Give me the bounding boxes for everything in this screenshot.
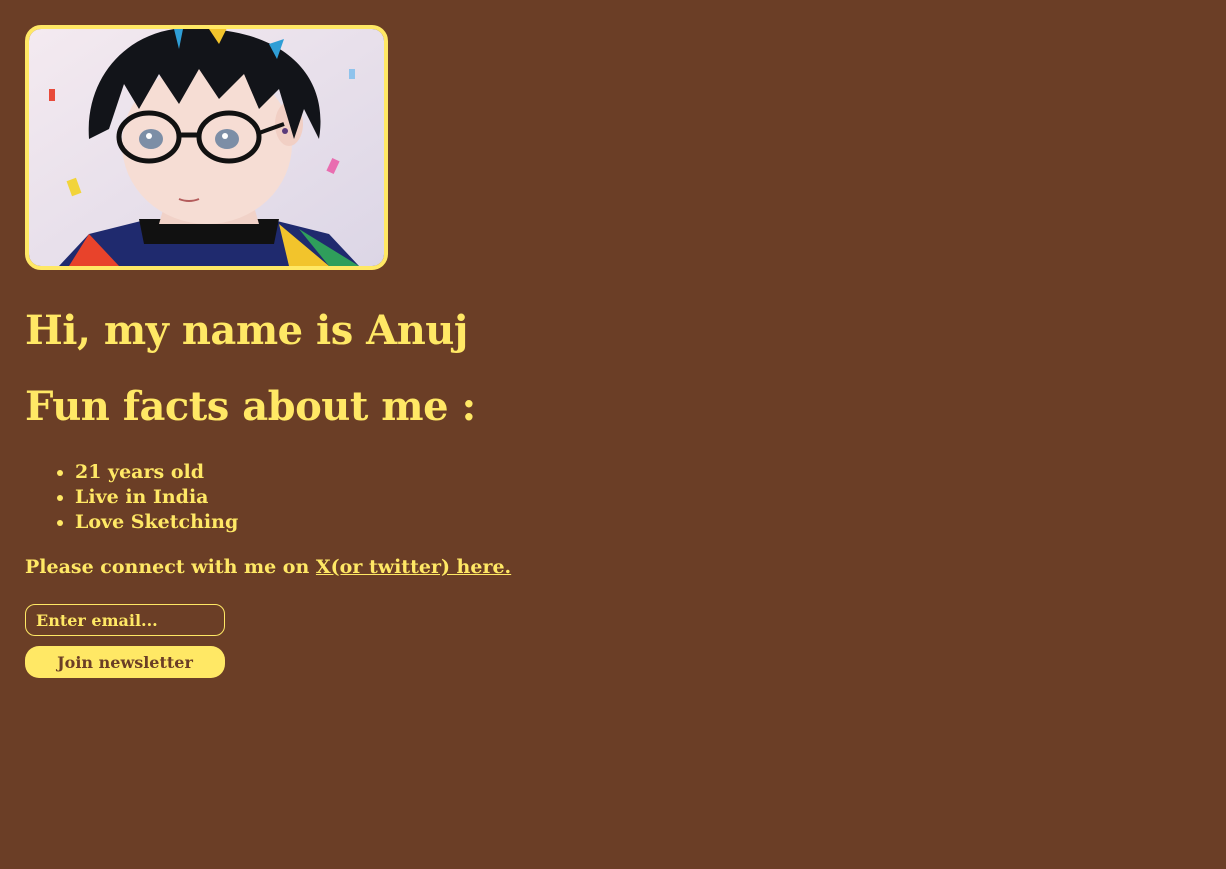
list-item: 21 years old [75, 460, 1201, 485]
list-item: Live in India [75, 485, 1201, 510]
fun-facts-heading: Fun facts about me : [25, 383, 476, 430]
intro-heading: Hi, my name is Anuj [25, 307, 468, 354]
email-input[interactable] [25, 604, 225, 636]
twitter-link[interactable]: X(or twitter) here. [316, 556, 511, 578]
connect-text: Please connect with me on X(or twitter) … [25, 555, 1201, 580]
page: Hi, my name is Anuj Fun facts about me :… [0, 0, 1226, 869]
profile-avatar [25, 25, 388, 270]
list-item: Love Sketching [75, 510, 1201, 535]
fun-facts-list: 21 years old Live in India Love Sketchin… [25, 460, 1201, 535]
join-newsletter-button[interactable]: Join newsletter [25, 646, 225, 678]
anime-portrait-image [29, 29, 384, 266]
connect-label: Please connect with me on [25, 556, 316, 578]
